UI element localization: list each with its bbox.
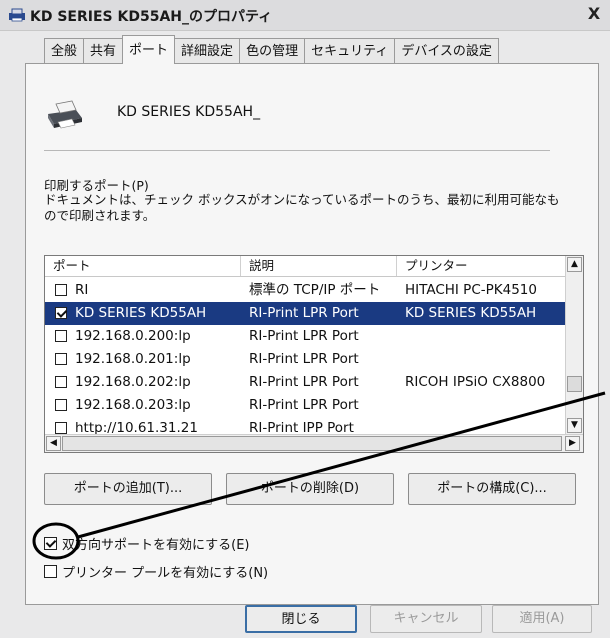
- annotation-overlay: [32, 391, 606, 560]
- annotation-circle: [32, 522, 80, 560]
- tab-ports[interactable]: ポート: [122, 35, 176, 64]
- properties-window: KD SERIES KD55AH_のプロパティ X 全般 共有 ポート 詳細設定…: [0, 0, 610, 638]
- annotation-pointer-line: [77, 391, 606, 539]
